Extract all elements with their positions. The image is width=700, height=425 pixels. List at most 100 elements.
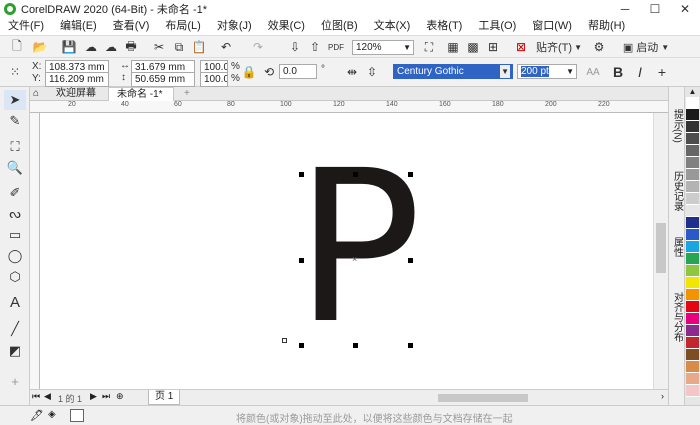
tab-document[interactable]: 未命名 -1* bbox=[108, 87, 174, 101]
import-icon[interactable]: ⇩ bbox=[286, 38, 304, 56]
color-swatch[interactable] bbox=[686, 181, 699, 193]
drawing-canvas[interactable]: P × bbox=[40, 113, 653, 389]
scroll-right-icon[interactable]: › bbox=[661, 391, 664, 401]
menu-help[interactable]: 帮助(H) bbox=[580, 18, 633, 35]
freehand-tool-icon[interactable]: ✐ bbox=[4, 183, 26, 203]
connector-tool-icon[interactable]: ╱ bbox=[4, 319, 26, 339]
home-icon[interactable]: ⌂ bbox=[30, 87, 48, 101]
horizontal-scroll-thumb[interactable] bbox=[438, 394, 528, 402]
menu-view[interactable]: 查看(V) bbox=[105, 18, 158, 35]
launch-dropdown[interactable]: ▣ 启动 ▼ bbox=[616, 38, 676, 56]
docker-properties[interactable]: 属性 bbox=[670, 237, 684, 257]
last-page-icon[interactable]: ⏭ bbox=[102, 391, 110, 402]
show-rulers-icon[interactable]: ▦ bbox=[444, 38, 462, 56]
selection-handle-left[interactable] bbox=[299, 258, 304, 263]
tab-welcome[interactable]: 欢迎屏幕 bbox=[48, 87, 104, 101]
color-swatch[interactable] bbox=[686, 313, 699, 325]
lock-ratio-icon[interactable]: 🔒 bbox=[242, 63, 257, 81]
menu-window[interactable]: 窗口(W) bbox=[524, 18, 580, 35]
open-document-icon[interactable]: 📂 bbox=[30, 38, 50, 56]
export-pdf-icon[interactable]: PDF bbox=[326, 38, 346, 56]
font-list-field[interactable]: Century Gothic ▼ bbox=[393, 64, 513, 79]
color-swatch[interactable] bbox=[686, 109, 699, 121]
cloud-upload-icon[interactable]: ☁ bbox=[82, 38, 100, 56]
selection-handle-top[interactable] bbox=[353, 172, 358, 177]
page-letter-p[interactable]: P bbox=[295, 143, 422, 353]
color-swatch[interactable] bbox=[686, 169, 699, 181]
copy-icon[interactable]: ⧉ bbox=[170, 38, 188, 56]
color-swatch[interactable] bbox=[686, 145, 699, 157]
selection-handle-bottom-right[interactable] bbox=[408, 343, 413, 348]
menu-bitmaps[interactable]: 位图(B) bbox=[313, 18, 366, 35]
snap-to-dropdown[interactable]: 贴齐(T) ▼ bbox=[534, 38, 584, 56]
color-swatch[interactable] bbox=[686, 217, 699, 229]
add-property-icon[interactable]: + bbox=[654, 63, 670, 81]
color-swatch[interactable] bbox=[686, 121, 699, 133]
menu-table[interactable]: 表格(T) bbox=[418, 18, 470, 35]
show-guidelines-icon[interactable]: ⊞ bbox=[484, 38, 502, 56]
selection-handle-top-left[interactable] bbox=[299, 172, 304, 177]
docker-history[interactable]: 历史记录 bbox=[670, 171, 684, 211]
artistic-media-icon[interactable]: ᔓ bbox=[4, 204, 26, 224]
undo-icon[interactable]: ↶ bbox=[216, 38, 236, 56]
add-page-icon[interactable]: ⊕ bbox=[116, 391, 124, 402]
color-swatch[interactable] bbox=[686, 277, 699, 289]
fill-icon[interactable]: ◈ bbox=[48, 409, 56, 420]
color-swatch[interactable] bbox=[686, 193, 699, 205]
shape-tool-icon[interactable]: ✎ bbox=[4, 111, 26, 131]
next-page-icon[interactable]: ▶ bbox=[90, 391, 97, 402]
crop-tool-icon[interactable]: ⛶ bbox=[4, 137, 26, 157]
redo-icon[interactable]: ↷ bbox=[248, 38, 268, 56]
menu-tools[interactable]: 工具(O) bbox=[470, 18, 524, 35]
ellipse-tool-icon[interactable]: ◯ bbox=[4, 246, 26, 266]
pick-tool-icon[interactable]: ➤ bbox=[4, 90, 26, 110]
color-swatch[interactable] bbox=[686, 133, 699, 145]
selection-handle-bottom[interactable] bbox=[353, 343, 358, 348]
bold-button[interactable]: B bbox=[610, 63, 626, 81]
height-field[interactable]: 50.659 mm bbox=[131, 72, 195, 87]
color-swatch[interactable] bbox=[686, 349, 699, 361]
menu-file[interactable]: 文件(F) bbox=[0, 18, 52, 35]
full-screen-icon[interactable]: ⛶ bbox=[420, 38, 438, 56]
menu-text[interactable]: 文本(X) bbox=[366, 18, 419, 35]
color-swatch[interactable] bbox=[686, 361, 699, 373]
color-swatch[interactable] bbox=[686, 265, 699, 277]
menu-layout[interactable]: 布局(L) bbox=[157, 18, 208, 35]
menu-edit[interactable]: 编辑(E) bbox=[52, 18, 105, 35]
previous-page-icon[interactable]: ◀ bbox=[44, 391, 51, 402]
color-swatch[interactable] bbox=[686, 325, 699, 337]
first-page-icon[interactable]: ⏮ bbox=[32, 391, 40, 402]
paste-icon[interactable]: 📋 bbox=[190, 38, 208, 56]
selection-handle-right[interactable] bbox=[408, 258, 413, 263]
mirror-vertical-icon[interactable]: ⇳ bbox=[364, 63, 380, 81]
font-scale-icon[interactable]: AA bbox=[584, 63, 602, 81]
minimize-button[interactable]: ─ bbox=[610, 0, 640, 18]
vertical-scrollbar[interactable] bbox=[653, 113, 668, 389]
print-icon[interactable]: 🖶 bbox=[122, 38, 140, 56]
color-swatch[interactable] bbox=[686, 337, 699, 349]
color-swatch[interactable] bbox=[686, 205, 699, 217]
close-button[interactable]: ✕ bbox=[670, 0, 700, 18]
dropper-icon[interactable]: 🖋 bbox=[30, 409, 44, 422]
color-swatch[interactable] bbox=[686, 373, 699, 385]
rectangle-tool-icon[interactable]: ▭ bbox=[4, 225, 26, 245]
zoom-level-field[interactable]: 120% ▼ bbox=[352, 40, 414, 55]
color-swatch[interactable] bbox=[686, 157, 699, 169]
vertical-scroll-thumb[interactable] bbox=[656, 223, 666, 273]
color-swatch[interactable] bbox=[686, 229, 699, 241]
mirror-horizontal-icon[interactable]: ⇹ bbox=[344, 63, 360, 81]
scale-y-field[interactable]: 100.0 bbox=[200, 72, 228, 87]
options-gear-icon[interactable]: ⚙ bbox=[590, 38, 608, 56]
docker-align-distribute[interactable]: 对齐与分布 bbox=[670, 292, 684, 342]
text-origin-node[interactable] bbox=[282, 338, 287, 343]
zoom-tool-icon[interactable]: 🔍 bbox=[4, 158, 26, 178]
cloud-download-icon[interactable]: ☁ bbox=[102, 38, 120, 56]
rotation-field[interactable]: 0.0 bbox=[279, 64, 317, 79]
menu-effects[interactable]: 效果(C) bbox=[260, 18, 313, 35]
color-swatch[interactable] bbox=[686, 97, 699, 109]
show-grid-icon[interactable]: ▩ bbox=[464, 38, 482, 56]
color-swatch[interactable] bbox=[686, 289, 699, 301]
color-swatch[interactable] bbox=[686, 241, 699, 253]
export-icon[interactable]: ⇧ bbox=[306, 38, 324, 56]
text-tool-icon[interactable]: A bbox=[4, 292, 26, 312]
